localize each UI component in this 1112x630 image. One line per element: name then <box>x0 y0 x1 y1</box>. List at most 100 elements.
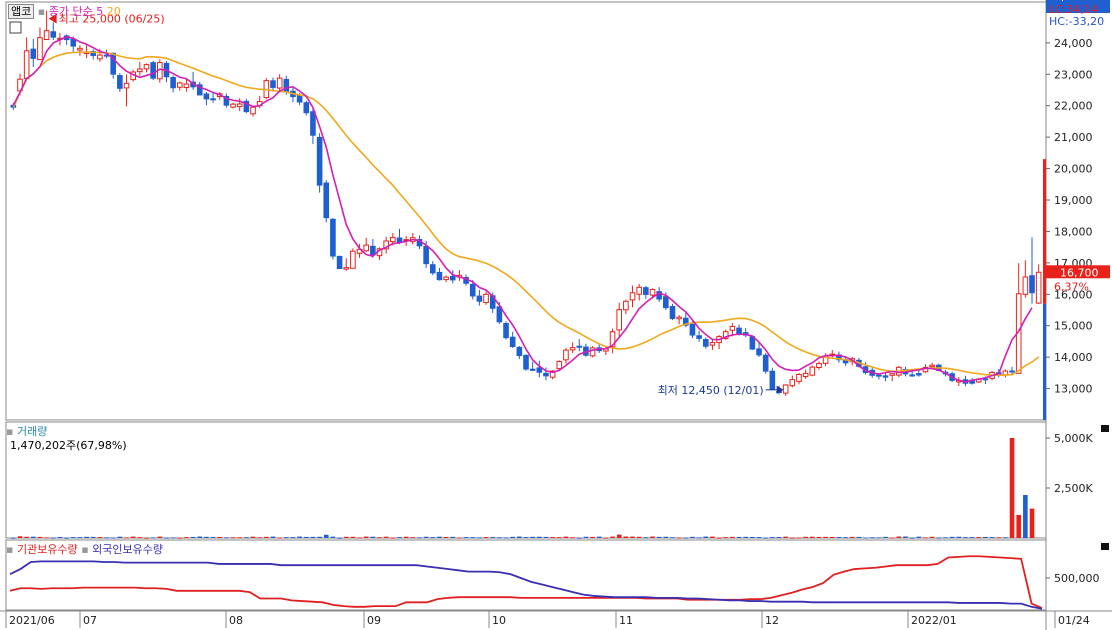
volume-bar <box>443 537 449 538</box>
candle-body <box>802 372 809 377</box>
x-tick-label: 2022/01 <box>911 614 957 627</box>
volume-bar <box>550 537 555 539</box>
volume-bar <box>497 537 502 539</box>
x-tick-label: 10 <box>492 614 506 627</box>
candle-body <box>929 364 935 368</box>
candle-body <box>276 77 283 89</box>
candle-body <box>696 335 702 339</box>
volume-bar <box>264 536 269 538</box>
ma-legend: 앱코 ▪ 종가 단순 5 20 <box>8 3 121 19</box>
volume-bar <box>809 536 815 538</box>
stock-chart[interactable]: 13,00014,00015,00016,00017,00018,00019,0… <box>0 0 1112 630</box>
volume-bar <box>24 536 29 538</box>
candle-body <box>529 368 536 371</box>
candle-body <box>676 316 682 320</box>
volume-bar <box>849 536 855 538</box>
candle-body <box>203 93 210 100</box>
tab-label[interactable]: 앱코 <box>8 4 35 19</box>
volume-bar <box>403 536 409 538</box>
volume-bar <box>150 537 156 539</box>
candle-body <box>363 244 370 252</box>
candle-body <box>536 367 543 373</box>
price-tick-label: 22,000 <box>1054 100 1093 113</box>
candle-body <box>423 245 429 265</box>
holdings-tick-label: 500,000 <box>1054 572 1100 585</box>
volume-bar <box>676 537 682 539</box>
volume-bar <box>330 536 336 538</box>
volume-bar <box>863 537 868 539</box>
volume-bar <box>956 536 962 538</box>
candle-body <box>303 102 310 114</box>
volume-bar <box>390 537 396 539</box>
candle-body <box>390 236 396 243</box>
candle-body <box>889 373 895 376</box>
volume-bar <box>177 537 183 539</box>
candle-body <box>77 47 83 51</box>
pane-close-button-volume[interactable] <box>1101 425 1109 432</box>
candle-body <box>336 255 343 270</box>
candle-body <box>30 48 37 59</box>
volume-bar <box>943 537 948 539</box>
volume-bar <box>310 536 316 538</box>
volume-bar <box>270 536 276 538</box>
candle-body <box>43 30 50 41</box>
volume-bar <box>823 536 828 538</box>
volume-bar <box>510 536 515 538</box>
x-tick-label: 12 <box>765 614 779 627</box>
volume-bar <box>530 536 535 538</box>
candle-body <box>563 349 569 361</box>
candle-body <box>729 325 736 331</box>
volume-bar <box>1016 515 1021 538</box>
candle-body <box>1022 276 1029 295</box>
candle-body <box>1029 275 1035 294</box>
volume-bar <box>770 537 775 539</box>
candle-body <box>350 250 356 269</box>
volume-bar <box>643 537 649 539</box>
volume-bar <box>370 536 376 538</box>
candle-body <box>769 370 776 390</box>
volume-bar <box>856 536 862 538</box>
candle-body <box>556 361 563 370</box>
volume-bar <box>969 537 975 539</box>
volume-bar <box>423 536 429 538</box>
candle-body <box>483 293 489 304</box>
candle-body <box>316 136 323 186</box>
volume-bar <box>517 536 522 538</box>
volume-bar <box>570 537 575 539</box>
volume-bar <box>730 536 735 538</box>
volume-tick-label: 2,500K <box>1054 482 1093 495</box>
candle-body <box>97 54 103 60</box>
volume-bar <box>257 537 262 539</box>
candle-body <box>70 38 77 47</box>
candle-body <box>509 336 516 347</box>
volume-bar <box>450 536 456 538</box>
price-tick-label: 14,000 <box>1054 351 1093 364</box>
volume-bar <box>743 536 749 538</box>
volume-bar <box>237 537 243 539</box>
volume-bar <box>397 537 402 539</box>
candle-body <box>882 375 889 378</box>
volume-bar <box>896 536 902 538</box>
candle-body <box>449 275 456 281</box>
candle-body <box>749 336 756 350</box>
volume-bar <box>909 537 915 539</box>
price-tick-label: 21,000 <box>1054 131 1093 144</box>
volume-bar <box>17 536 23 538</box>
candle-body <box>663 296 669 309</box>
volume-bar <box>983 536 988 538</box>
volume-bar <box>790 537 795 539</box>
volume-bar <box>576 537 582 539</box>
volume-bar <box>723 537 729 539</box>
candle-body <box>310 111 316 136</box>
volume-bar <box>883 536 888 538</box>
candle-body <box>1009 370 1015 373</box>
candle-body <box>516 346 523 357</box>
volume-bar <box>929 536 935 538</box>
grid-toggle-icon[interactable] <box>9 21 22 34</box>
candle-body <box>230 103 236 108</box>
pane-close-button-holdings[interactable] <box>1101 543 1109 550</box>
candle-body <box>37 37 43 61</box>
ma-type-label: 종가 단순 <box>48 5 93 18</box>
volume-bar <box>44 537 49 539</box>
volume-bar <box>1023 495 1028 538</box>
